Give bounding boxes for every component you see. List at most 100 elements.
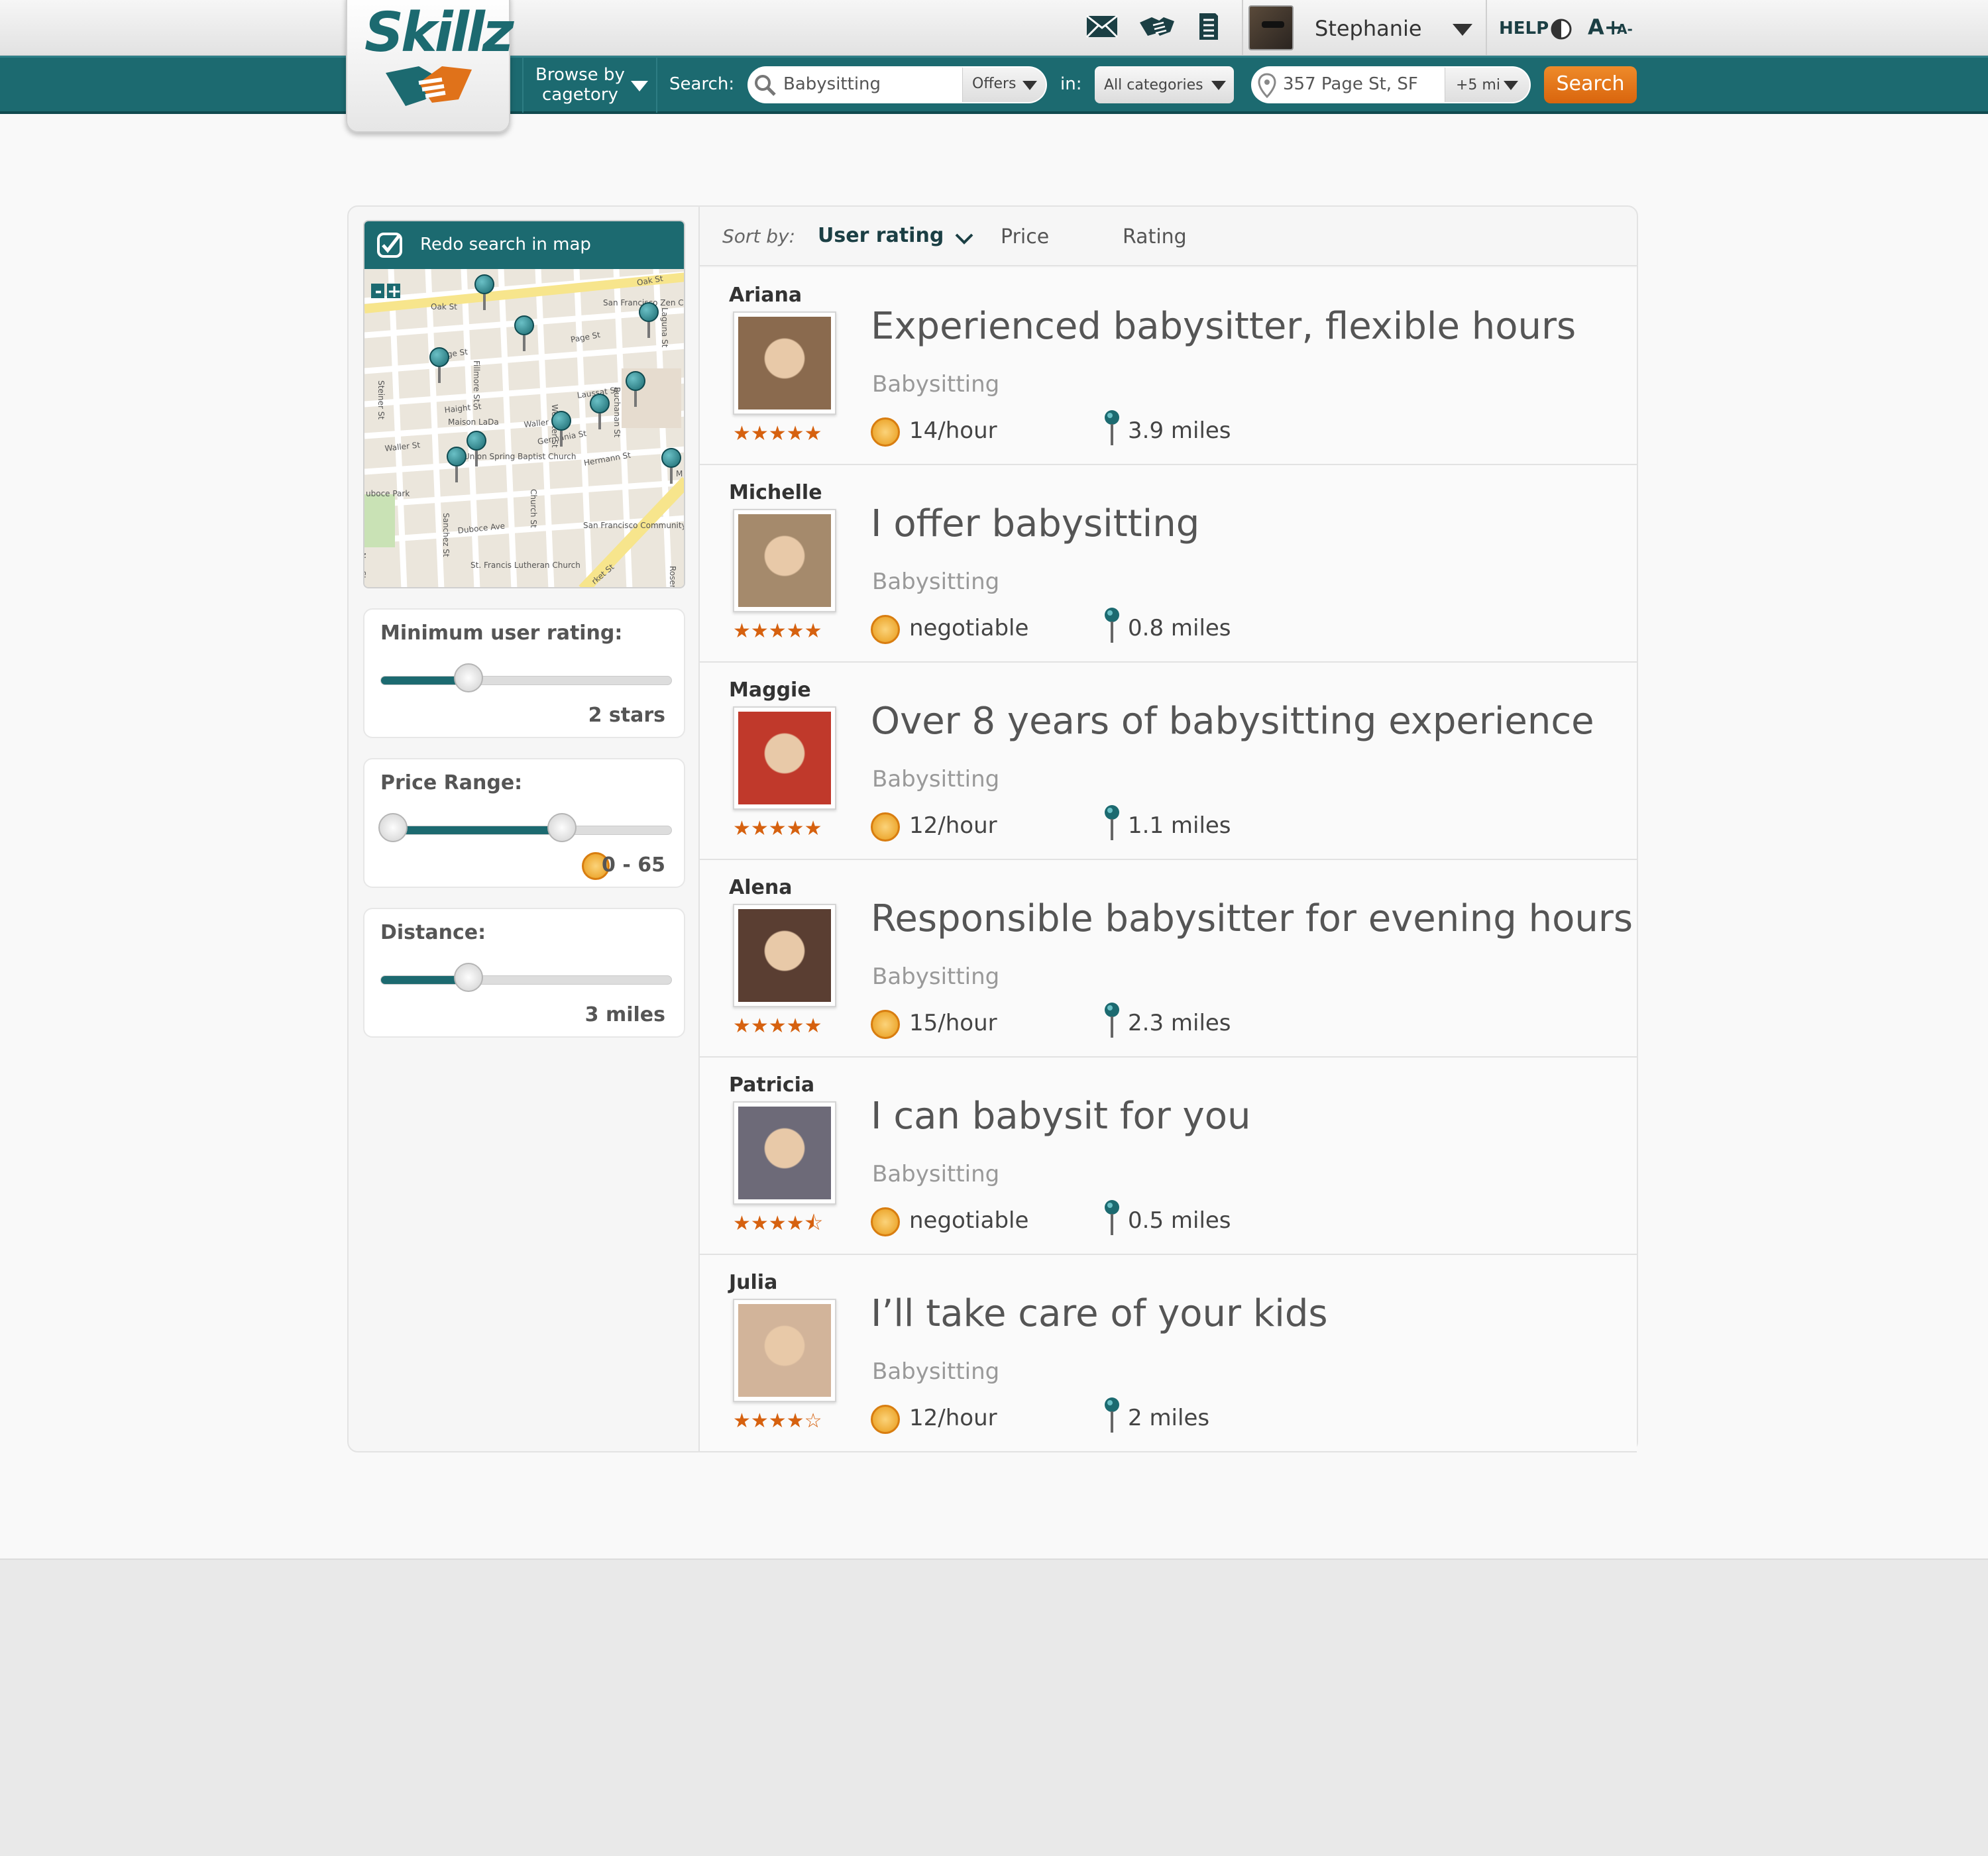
help-link[interactable]: HELP bbox=[1499, 19, 1549, 38]
listing-card[interactable]: Julia ★★★★☆ I’ll take care of your kids … bbox=[700, 1255, 1637, 1452]
chevron-down-icon bbox=[1211, 81, 1226, 90]
listing-category: Babysitting bbox=[872, 371, 1000, 398]
listing-user-photo[interactable] bbox=[733, 904, 836, 1007]
user-avatar[interactable] bbox=[1248, 5, 1294, 50]
listing-user-name[interactable]: Alena bbox=[729, 876, 792, 899]
listing-distance: 1.1 miles bbox=[1128, 812, 1231, 839]
checkbox-checked-icon bbox=[377, 233, 402, 258]
rating-filter: Minimum user rating: 2 stars bbox=[363, 608, 685, 738]
user-photo-image bbox=[738, 1304, 831, 1397]
mail-icon[interactable] bbox=[1085, 15, 1119, 38]
map-pin-icon[interactable] bbox=[639, 302, 659, 339]
distance-filter-label: Distance: bbox=[380, 921, 486, 944]
chevron-down-icon bbox=[955, 233, 973, 245]
coin-icon bbox=[871, 615, 900, 644]
map-pin-icon[interactable] bbox=[551, 411, 571, 448]
document-list-icon[interactable] bbox=[1197, 11, 1221, 42]
skillz-logo[interactable]: Skillz bbox=[346, 0, 514, 133]
map-street-label: Fillmore St bbox=[472, 360, 481, 403]
category-value: All categories bbox=[1104, 77, 1203, 93]
chevron-down-icon bbox=[631, 81, 648, 91]
map-street-label: Church St bbox=[529, 489, 538, 528]
map-pin-icon[interactable] bbox=[626, 371, 645, 408]
map-pin-icon[interactable] bbox=[447, 447, 467, 484]
map-pin-icon[interactable] bbox=[467, 431, 486, 468]
contrast-icon[interactable] bbox=[1551, 19, 1572, 40]
rating-slider-track[interactable] bbox=[380, 663, 672, 692]
map-zoom-in-button[interactable]: + bbox=[387, 282, 402, 302]
listing-rating-stars: ★★★★★ bbox=[733, 422, 822, 445]
handshake-icon[interactable] bbox=[1137, 13, 1177, 40]
browse-by-category-button[interactable]: Browse by cagetory bbox=[530, 62, 649, 109]
font-decrease-button[interactable]: A- bbox=[1617, 21, 1633, 37]
distance-slider-track[interactable] bbox=[380, 963, 672, 992]
search-type-dropdown[interactable]: Offers bbox=[962, 68, 1046, 102]
coin-icon bbox=[871, 1207, 900, 1236]
user-name[interactable]: Stephanie bbox=[1315, 16, 1422, 41]
map-pin-icon[interactable] bbox=[590, 394, 610, 431]
distance-slider-handle[interactable] bbox=[454, 963, 483, 992]
sort-option-user-rating[interactable]: User rating bbox=[818, 224, 973, 247]
listing-title[interactable]: Experienced babysitter, flexible hours bbox=[871, 305, 1576, 348]
map-street-label: uboce Park bbox=[366, 489, 410, 498]
price-filter: Price Range: 0 - 65 bbox=[363, 758, 685, 888]
listing-card[interactable]: Patricia ★★★★⯪ I can babysit for you Bab… bbox=[700, 1058, 1637, 1255]
price-slider-min-handle[interactable] bbox=[378, 813, 408, 842]
listing-user-photo[interactable] bbox=[733, 1101, 836, 1205]
map-zoom-out-button[interactable]: - bbox=[371, 282, 386, 302]
listing-user-name[interactable]: Julia bbox=[729, 1271, 777, 1294]
top-bar bbox=[0, 0, 1988, 56]
radius-dropdown[interactable]: +5 mi bbox=[1445, 68, 1529, 102]
listing-title[interactable]: I can babysit for you bbox=[871, 1095, 1250, 1138]
search-label: Search: bbox=[669, 74, 735, 94]
price-slider-max-handle[interactable] bbox=[547, 813, 577, 842]
map-widget[interactable]: Redo search in map - + Oak St Oak St Page … bbox=[363, 220, 685, 588]
topbar-divider bbox=[1486, 0, 1487, 56]
listing-card[interactable]: Michelle ★★★★★ I offer babysitting Babys… bbox=[700, 465, 1637, 663]
listing-title[interactable]: Over 8 years of babysitting experience bbox=[871, 700, 1594, 743]
listing-user-name[interactable]: Maggie bbox=[729, 679, 811, 702]
map-street-label: Laguna St bbox=[660, 307, 669, 348]
sort-active-label: User rating bbox=[818, 224, 944, 247]
sort-option-price[interactable]: Price bbox=[1001, 225, 1049, 248]
rating-slider-handle[interactable] bbox=[454, 663, 483, 692]
map-pin-icon[interactable] bbox=[429, 347, 449, 384]
listing-user-photo[interactable] bbox=[733, 706, 836, 810]
listing-user-photo[interactable] bbox=[733, 509, 836, 612]
chevron-down-icon[interactable] bbox=[1453, 24, 1472, 36]
search-button[interactable]: Search bbox=[1544, 66, 1637, 103]
listing-user-name[interactable]: Ariana bbox=[729, 284, 802, 307]
listing-user-photo[interactable] bbox=[733, 1299, 836, 1402]
listing-category: Babysitting bbox=[872, 1358, 1000, 1385]
listing-title[interactable]: I offer babysitting bbox=[871, 502, 1199, 545]
listing-category: Babysitting bbox=[872, 963, 1000, 990]
listing-user-name[interactable]: Michelle bbox=[729, 481, 822, 504]
price-filter-value: 0 - 65 bbox=[602, 853, 665, 877]
search-input[interactable]: Babysitting bbox=[783, 74, 956, 94]
location-input[interactable]: 357 Page St, SF bbox=[1283, 74, 1418, 94]
map-pin-icon[interactable] bbox=[661, 448, 681, 485]
listing-card[interactable]: Ariana ★★★★★ Experienced babysitter, fle… bbox=[700, 268, 1637, 465]
listing-card[interactable]: Maggie ★★★★★ Over 8 years of babysitting… bbox=[700, 663, 1637, 860]
listing-distance: 2 miles bbox=[1128, 1405, 1210, 1431]
listing-user-name[interactable]: Patricia bbox=[729, 1073, 814, 1097]
category-dropdown[interactable]: All categories bbox=[1095, 66, 1234, 103]
location-pin-icon bbox=[1105, 805, 1119, 840]
redo-search-in-map-toggle[interactable]: Redo search in map bbox=[364, 221, 684, 269]
map-street-label: San Francisco Community Recyclers bbox=[583, 521, 685, 530]
sort-label: Sort by: bbox=[722, 225, 796, 247]
listing-user-photo[interactable] bbox=[733, 311, 836, 415]
listing-rating-stars: ★★★★★ bbox=[733, 620, 822, 643]
map-pin-icon[interactable] bbox=[474, 274, 494, 311]
listing-card[interactable]: Alena ★★★★★ Responsible babysitter for e… bbox=[700, 860, 1637, 1058]
chevron-down-icon bbox=[1504, 81, 1518, 90]
topbar-divider bbox=[1242, 0, 1243, 56]
coin-icon bbox=[871, 1010, 900, 1039]
listing-title[interactable]: Responsible babysitter for evening hours bbox=[871, 897, 1633, 940]
map-pin-icon[interactable] bbox=[514, 315, 534, 353]
price-slider-track[interactable] bbox=[378, 813, 672, 842]
listing-title[interactable]: I’ll take care of your kids bbox=[871, 1292, 1328, 1335]
listing-price: 14/hour bbox=[909, 417, 997, 444]
sort-option-rating[interactable]: Rating bbox=[1123, 225, 1187, 248]
price-slider-fill bbox=[381, 826, 562, 834]
